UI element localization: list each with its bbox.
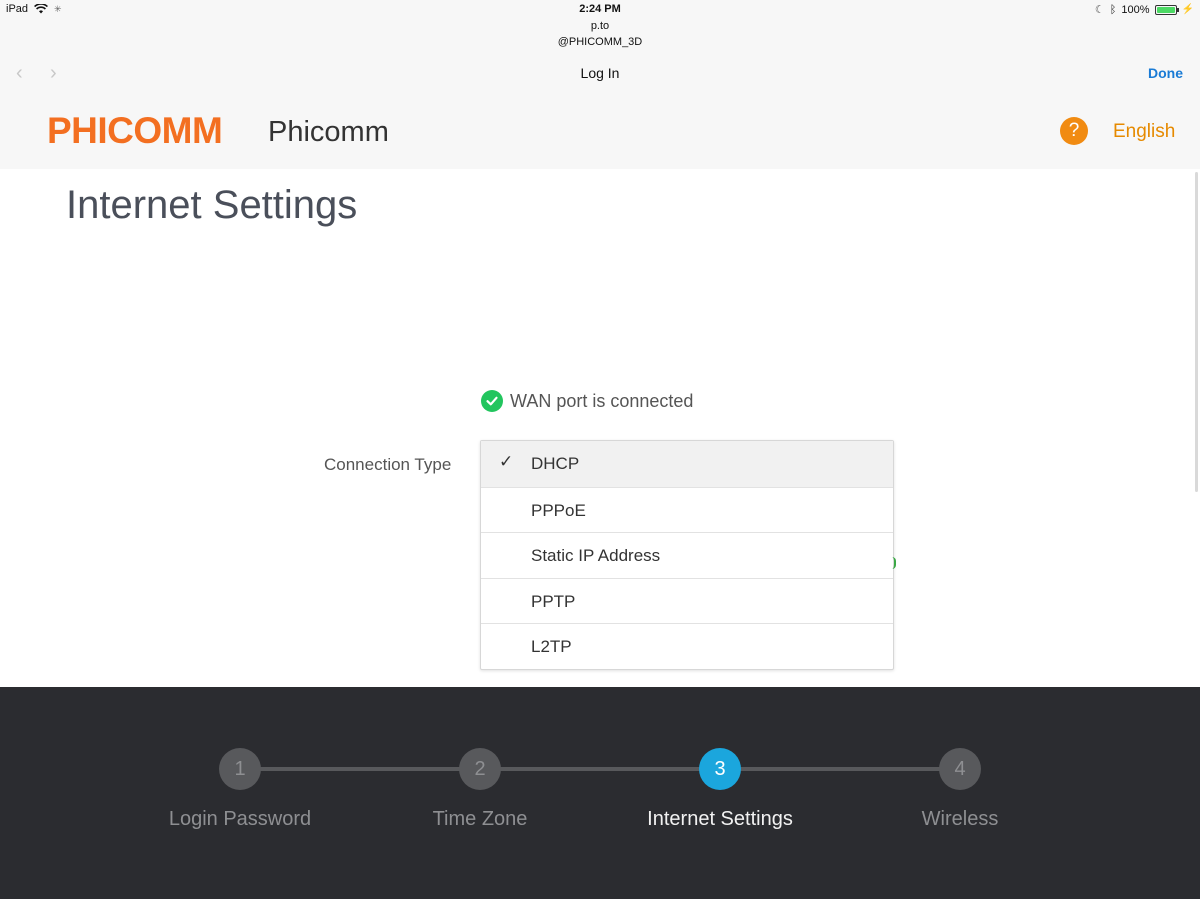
brand-name: Phicomm	[268, 116, 389, 148]
step-wireless[interactable]: 4 Wireless	[840, 748, 1080, 831]
step-time-zone[interactable]: 2 Time Zone	[360, 748, 600, 831]
step-number: 3	[699, 748, 741, 790]
step-label: Internet Settings	[647, 808, 793, 830]
step-login-password[interactable]: 1 Login Password	[120, 748, 360, 831]
step-label: Login Password	[168, 808, 312, 830]
help-icon[interactable]: ?	[1060, 117, 1088, 145]
bluetooth-icon: ᛒ	[1109, 3, 1117, 16]
step-number: 1	[219, 748, 261, 790]
option-pptp[interactable]: PPTP	[481, 577, 893, 624]
option-label: Static IP Address	[531, 546, 661, 566]
option-label: DHCP	[531, 454, 580, 473]
option-dhcp[interactable]: ✓ DHCP	[481, 441, 893, 487]
brand-logo: PHICOMM	[47, 110, 223, 151]
wan-status-text: WAN port is connected	[510, 390, 694, 411]
checkmark-icon: ✓	[499, 452, 514, 471]
setup-stepper: 1 Login Password 2 Time Zone 3 Internet …	[0, 687, 1200, 899]
hidden-button-edge	[892, 557, 896, 569]
page-title: Internet Settings	[66, 183, 358, 227]
check-circle-icon	[481, 390, 503, 412]
url-host: p.to	[590, 20, 610, 32]
option-label: PPTP	[531, 591, 576, 611]
charging-icon: ⚡	[1181, 4, 1194, 15]
done-button[interactable]: Done	[1148, 65, 1183, 81]
url-account: @PHICOMM_3D	[557, 36, 643, 48]
connection-type-dropdown[interactable]: ✓ DHCP PPPoE Static IP Address PPTP L2TP	[480, 440, 894, 670]
connection-type-label: Connection Type	[324, 455, 452, 474]
browser-chrome: iPad ✳ 2:24 PM ☾ ᛒ 100% ⚡ p.to @PHICOMM_…	[0, 0, 1200, 92]
step-number: 4	[939, 748, 981, 790]
sheet-title: Log In	[580, 65, 620, 81]
option-label: L2TP	[531, 637, 572, 657]
option-l2tp[interactable]: L2TP	[481, 623, 893, 669]
moon-icon: ☾	[1094, 4, 1105, 16]
language-selector[interactable]: English	[1113, 121, 1175, 143]
option-pppoe[interactable]: PPPoE	[481, 486, 893, 533]
step-internet-settings[interactable]: 3 Internet Settings	[600, 748, 840, 831]
step-number: 2	[459, 748, 501, 790]
step-label: Wireless	[921, 808, 999, 830]
battery-icon	[1154, 4, 1179, 15]
step-label: Time Zone	[432, 808, 528, 830]
option-label: PPPoE	[531, 500, 586, 520]
wan-status: WAN port is connected	[481, 390, 693, 412]
status-time: 2:24 PM	[579, 3, 621, 15]
status-bar-right: ☾ ᛒ 100% ⚡	[1094, 3, 1194, 17]
page-header: PHICOMM Phicomm ? English	[0, 92, 1200, 169]
scrollbar[interactable]	[1195, 172, 1198, 492]
option-static-ip[interactable]: Static IP Address	[481, 532, 893, 578]
battery-percent: 100%	[1121, 3, 1150, 16]
